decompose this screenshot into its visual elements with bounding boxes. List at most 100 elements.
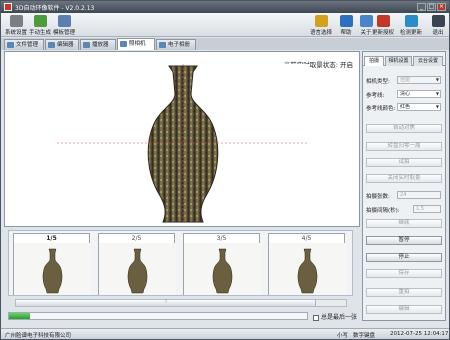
toolbar-label: 模板管理 bbox=[52, 30, 75, 36]
thumbnail-scrollbar[interactable]: ⦙ bbox=[15, 299, 347, 307]
always-last-option[interactable]: 总是最后一张 bbox=[313, 312, 357, 321]
panel-action-button-0[interactable]: 继续 bbox=[366, 219, 442, 228]
field-label: 参考线: bbox=[366, 93, 385, 99]
status-caps: 小写 bbox=[337, 333, 349, 339]
panel-tab-1[interactable]: 相机设置 bbox=[385, 56, 412, 66]
tab-label: 文件管理 bbox=[16, 42, 39, 48]
language-icon bbox=[314, 15, 328, 27]
toolbar-button-help[interactable]: 帮助 bbox=[335, 14, 357, 36]
thumbnail-caption: 3/5 bbox=[216, 235, 227, 242]
panel-tabs: 拍摄 相机设置 云台设置 bbox=[363, 56, 445, 66]
chevron-down-icon: ▼ bbox=[435, 77, 439, 82]
panel-action-button-4[interactable]: 重拍 bbox=[366, 288, 442, 297]
shot-field-1[interactable]: 1.5 bbox=[413, 205, 441, 213]
panel-button-0[interactable]: 自动对焦 bbox=[366, 124, 442, 133]
tab-1[interactable]: 编辑器 bbox=[45, 39, 79, 50]
status-num: 数字键盘 bbox=[353, 333, 376, 339]
progress-fill bbox=[9, 313, 30, 319]
panel-action-button-5[interactable]: 编辑 bbox=[366, 305, 442, 314]
toolbar-label: 帮助 bbox=[340, 30, 352, 36]
panel-button-3[interactable]: 关闭实时取景 bbox=[366, 174, 442, 183]
app-logo-icon bbox=[4, 3, 12, 11]
toolbar-button-license[interactable]: 更新授权 bbox=[372, 14, 394, 36]
module-tabs: 文件管理 编辑器 播放器 照相机 电子相册 bbox=[1, 38, 449, 50]
field-select-1[interactable]: 清心 ▼ bbox=[397, 90, 441, 98]
thumbnail-4[interactable]: 4/5 bbox=[268, 233, 346, 295]
toolbar-label: 手动生成 bbox=[28, 30, 51, 36]
tab-4[interactable]: 电子相册 bbox=[156, 39, 196, 50]
close-button[interactable]: × bbox=[437, 3, 446, 11]
panel-action-button-2[interactable]: 停止 bbox=[366, 253, 442, 262]
field-select-0: 佳能 ▼ bbox=[397, 76, 441, 84]
panel-tab-2[interactable]: 云台设置 bbox=[413, 56, 443, 66]
template-icon bbox=[57, 15, 71, 27]
vase-photo bbox=[57, 64, 309, 224]
panel-tab-0[interactable]: 拍摄 bbox=[364, 56, 384, 66]
toolbar-label: 退出 bbox=[432, 30, 444, 36]
thumbnail-vase-image bbox=[99, 243, 176, 295]
always-last-label: 总是最后一张 bbox=[321, 314, 358, 321]
thumbnail-vase-image bbox=[184, 243, 261, 295]
tab-3[interactable]: 照相机 bbox=[117, 38, 155, 50]
thumbnail-vase-image bbox=[14, 243, 91, 295]
field-label: 相机类型: bbox=[366, 79, 390, 85]
toolbar-button-template[interactable]: 模板管理 bbox=[52, 14, 76, 36]
tab-label: 照相机 bbox=[129, 41, 146, 47]
help-icon bbox=[339, 15, 353, 27]
toolbar-label: 检测更新 bbox=[400, 30, 423, 36]
title-bar: 3D自动环像软件 - V2.0.2.13 _ □ × bbox=[1, 1, 449, 13]
thumbnail-3[interactable]: 3/5 bbox=[183, 233, 261, 295]
about-icon bbox=[359, 15, 373, 27]
license-icon bbox=[376, 15, 390, 27]
field-label: 参考线颜色: bbox=[366, 106, 396, 112]
field-value: 红色 bbox=[400, 104, 411, 110]
live-view-panel: 当前实时取景状态: 开启 bbox=[4, 51, 360, 227]
shot-field-0[interactable]: 24 bbox=[397, 191, 441, 199]
status-company: 广州脸谱电子科技有限公司 bbox=[5, 333, 72, 339]
update-icon bbox=[404, 15, 418, 27]
tab-icon bbox=[120, 41, 127, 47]
main-toolbar: 系统设置 手动生成 模板管理 语言选择 帮助 关于 更新授权 检测更新 退出 bbox=[1, 13, 449, 37]
thumbnail-1[interactable]: 1/5 bbox=[13, 233, 91, 295]
window-title: 3D自动环像软件 - V2.0.2.13 bbox=[15, 5, 95, 12]
capture-progress-bar bbox=[8, 312, 308, 320]
thumbnail-caption: 1/5 bbox=[46, 235, 57, 242]
toolbar-button-language[interactable]: 语言选择 bbox=[310, 14, 332, 36]
field-select-2[interactable]: 红色 ▼ bbox=[397, 103, 441, 111]
exit-icon bbox=[431, 15, 445, 27]
toolbar-button-exit[interactable]: 退出 bbox=[427, 14, 449, 36]
tab-icon bbox=[48, 42, 55, 48]
tab-0[interactable]: 文件管理 bbox=[4, 39, 44, 50]
tab-icon bbox=[83, 42, 90, 48]
thumbnail-2[interactable]: 2/5 bbox=[98, 233, 176, 295]
always-last-checkbox[interactable] bbox=[313, 314, 319, 321]
tab-icon bbox=[7, 42, 14, 48]
gear-icon bbox=[9, 15, 23, 27]
toolbar-button-hand[interactable]: 手动生成 bbox=[28, 14, 52, 36]
chevron-down-icon: ▼ bbox=[435, 104, 439, 109]
tab-label: 电子相册 bbox=[168, 42, 191, 48]
status-datetime: 2012-07-25 12:04:17 bbox=[390, 331, 449, 337]
tab-label: 播放器 bbox=[92, 42, 109, 48]
toolbar-button-gear[interactable]: 系统设置 bbox=[4, 14, 28, 36]
scrollbar-grip-icon: ⦙ bbox=[165, 299, 167, 305]
toolbar-label: 系统设置 bbox=[4, 30, 27, 36]
field-value: 清心 bbox=[400, 91, 411, 97]
live-view-image bbox=[57, 64, 309, 224]
shot-thumbnails: 1/5 2/5 3/5 4/5 bbox=[8, 230, 353, 296]
toolbar-button-update[interactable]: 检测更新 bbox=[400, 14, 422, 36]
field-value: 佳能 bbox=[400, 77, 411, 83]
minimize-button[interactable]: _ bbox=[417, 3, 426, 11]
tab-label: 编辑器 bbox=[57, 42, 74, 48]
panel-button-2[interactable]: 试拍 bbox=[366, 158, 442, 167]
panel-action-button-1[interactable]: 暂停 bbox=[366, 236, 442, 245]
panel-action-button-3[interactable]: 保存 bbox=[366, 269, 442, 278]
tab-2[interactable]: 播放器 bbox=[80, 39, 116, 50]
panel-button-1[interactable]: 转盘归零一周 bbox=[366, 142, 442, 151]
thumbnail-caption: 2/5 bbox=[131, 235, 142, 242]
shot-field-label: 拍摄间隔(秒): bbox=[366, 208, 400, 214]
toolbar-label: 语言选择 bbox=[310, 30, 333, 36]
maximize-button[interactable]: □ bbox=[427, 3, 436, 11]
thumbnail-caption: 4/5 bbox=[301, 235, 312, 242]
thumbnail-vase-image bbox=[269, 243, 346, 295]
